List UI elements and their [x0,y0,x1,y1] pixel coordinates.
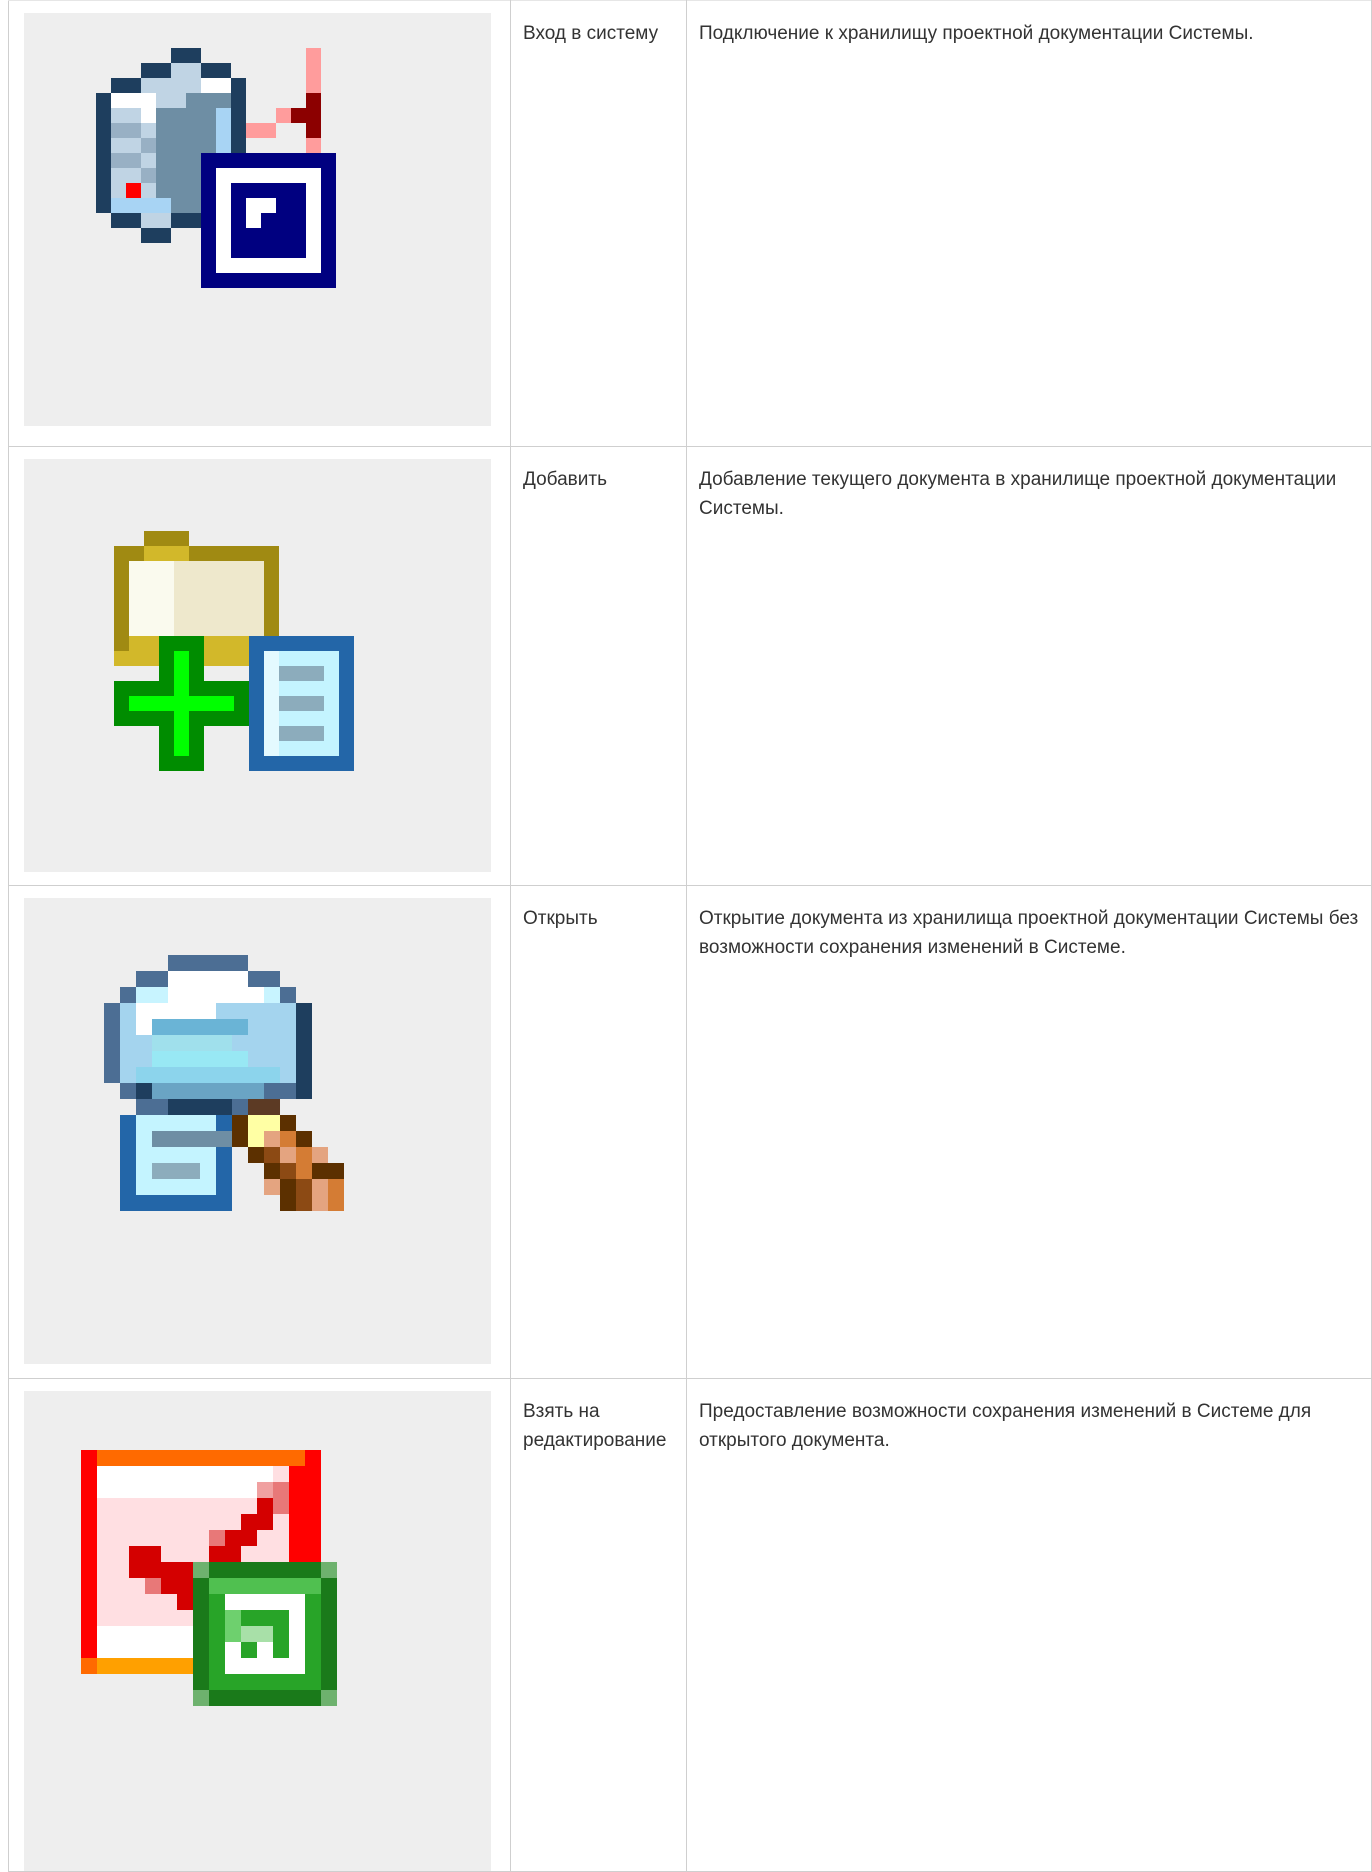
command-description: Предоставление возможности сохранения из… [699,1401,1312,1451]
description-cell: Подключение к хранилищу проектной докуме… [686,0,1372,447]
command-name: Взять на редактирование [523,1401,667,1451]
icon-cell [8,1378,511,1872]
description-cell: Добавление текущего документа в хранилищ… [686,446,1372,886]
table-row: Вход в систему Подключение к хранилищу п… [8,0,1372,447]
icon-preview [24,898,491,1364]
command-description: Добавление текущего документа в хранилищ… [699,469,1337,519]
name-cell: Взять на редактирование [510,1378,687,1872]
table-row: Взять на редактирование Предоставление в… [8,1378,1372,1872]
icon-preview [24,459,491,872]
login-icon [96,48,336,288]
description-cell: Предоставление возможности сохранения из… [686,1378,1372,1872]
command-name: Вход в систему [523,23,659,44]
name-cell: Открыть [510,885,687,1379]
icon-cell [8,885,511,1379]
command-name: Открыть [523,908,598,929]
command-description: Открытие документа из хранилища проектно… [699,908,1359,958]
icon-preview [24,13,491,426]
name-cell: Вход в систему [510,0,687,447]
table-row: Добавить Добавление текущего документа в… [8,446,1372,886]
checkout-edit-icon [81,1450,337,1706]
add-document-icon [114,531,354,771]
open-document-icon [104,955,344,1211]
icon-preview [24,1391,491,1871]
commands-table: Вход в систему Подключение к хранилищу п… [8,0,1372,1872]
name-cell: Добавить [510,446,687,886]
command-description: Подключение к хранилищу проектной докуме… [699,23,1254,44]
table-row: Открыть Открытие документа из хранилища … [8,885,1372,1379]
command-name: Добавить [523,469,607,490]
icon-cell [8,446,511,886]
icon-cell [8,0,511,447]
description-cell: Открытие документа из хранилища проектно… [686,885,1372,1379]
